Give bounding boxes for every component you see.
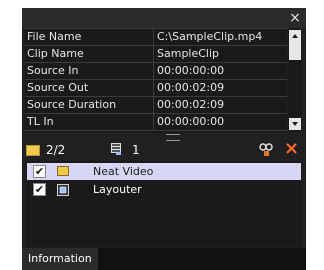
tab-information[interactable]: Information [22, 248, 98, 270]
scroll-up-icon[interactable] [289, 30, 301, 42]
table-row: Source In 00:00:00:00 [25, 63, 287, 80]
property-name: Clip Name [25, 46, 154, 62]
filter-stack-icon [110, 142, 122, 156]
property-name: TL In [25, 114, 154, 130]
table-row: Source Duration 00:00:02:09 [25, 97, 287, 114]
properties-table: File Name C:\SampleClip.mp4 Clip Name Sa… [25, 28, 287, 133]
property-value: C:\SampleClip.mp4 [157, 30, 263, 43]
filter-toolbar: 2/2 1 × [22, 139, 306, 161]
list-item-label: Neat Video [93, 165, 154, 178]
close-icon[interactable]: × [288, 8, 302, 28]
scroll-down-icon[interactable] [289, 118, 301, 130]
property-name: File Name [25, 29, 154, 45]
clip-icon [57, 166, 69, 176]
filter-count: 1 [132, 143, 140, 157]
property-value: SampleClip [157, 47, 220, 60]
property-name: Source Out [25, 80, 154, 96]
table-row: File Name C:\SampleClip.mp4 [25, 29, 287, 46]
property-value: 00:00:00:00 [157, 115, 225, 128]
property-value: 00:00:02:09 [157, 81, 225, 94]
checkbox-icon[interactable]: ✔ [33, 183, 46, 196]
clip-icon [26, 145, 40, 156]
clip-count: 2/2 [46, 143, 66, 157]
list-item-label: Layouter [93, 183, 142, 196]
property-name: Source Duration [25, 97, 154, 113]
scrollbar-thumb[interactable] [289, 42, 301, 60]
table-row: TL In 00:00:00:00 [25, 114, 287, 131]
tab-bar: Information [22, 248, 306, 270]
property-value: 00:00:02:09 [157, 98, 225, 111]
table-row: Source Out 00:00:02:09 [25, 80, 287, 97]
table-row: Clip Name SampleClip [25, 46, 287, 63]
list-item[interactable]: ✔ Neat Video [27, 163, 301, 180]
list-item[interactable]: ✔ Layouter [27, 181, 301, 198]
property-value: 00:00:00:00 [157, 64, 225, 77]
checkbox-icon[interactable]: ✔ [33, 165, 46, 178]
panel-titlebar: × [22, 8, 306, 28]
property-name: Source In [25, 63, 154, 79]
layouter-icon [57, 184, 69, 196]
delete-icon[interactable]: × [284, 140, 300, 158]
properties-scrollbar[interactable] [288, 28, 302, 132]
filter-list: ✔ Neat Video ✔ Layouter [27, 161, 301, 247]
link-filters-icon[interactable] [258, 142, 274, 158]
clip-properties-panel: × File Name C:\SampleClip.mp4 Clip Name … [22, 8, 306, 270]
